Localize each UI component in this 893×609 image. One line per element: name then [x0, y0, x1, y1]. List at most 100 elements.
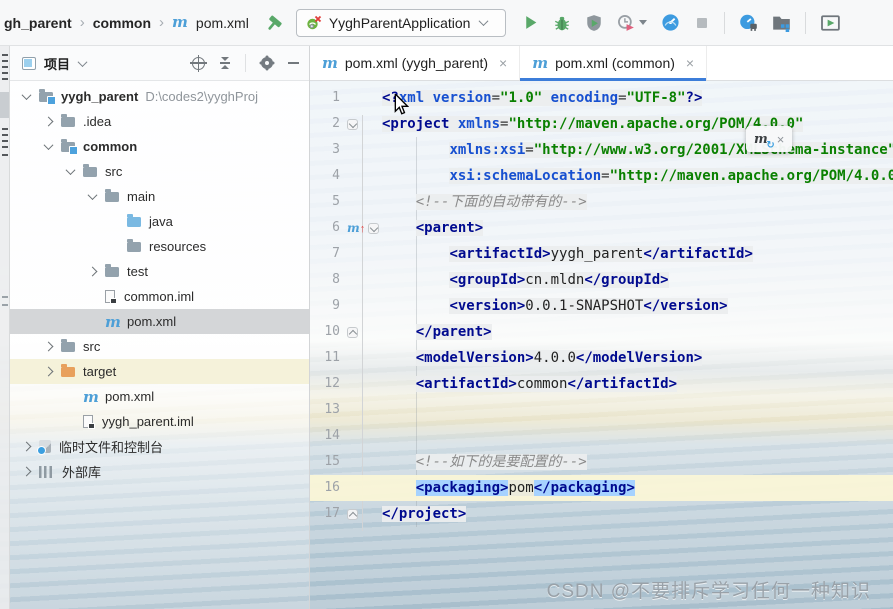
- breadcrumb-module[interactable]: gh_parent: [4, 15, 72, 31]
- code-text[interactable]: <!--下面的自动带有的-->: [382, 189, 587, 215]
- code-text[interactable]: xmlns:xsi="http://www.w3.org/2001/XMLSch…: [382, 137, 893, 163]
- run-tool-window-button[interactable]: [820, 14, 842, 32]
- profiler-button[interactable]: [617, 14, 648, 32]
- code-text[interactable]: <project xmlns="http://maven.apache.org/…: [382, 111, 804, 137]
- code-chip: <project xmlns="http://maven.apache.org/…: [382, 116, 804, 132]
- close-icon[interactable]: ×: [686, 55, 694, 71]
- code-line-11[interactable]: 11 <modelVersion>4.0.0</modelVersion>: [310, 345, 893, 371]
- tab-pom-common[interactable]: m pom.xml (common) ×: [520, 46, 708, 81]
- tree-item-path: D:\codes2\yyghProj: [145, 89, 259, 104]
- tree-item-3[interactable]: src: [10, 159, 309, 184]
- breadcrumb-submodule[interactable]: common: [93, 15, 151, 31]
- project-panel-title[interactable]: 项目: [44, 54, 70, 73]
- tree-item-0[interactable]: yygh_parent D:\codes2\yyghProj: [10, 84, 309, 109]
- fold-marker-icon[interactable]: [347, 326, 358, 338]
- token-tg: <groupId>: [449, 272, 526, 288]
- hide-panel-icon[interactable]: [288, 62, 299, 64]
- tree-item-8[interactable]: common.iml: [10, 284, 309, 309]
- code-text[interactable]: <groupId>cn.mldn</groupId>: [382, 267, 669, 293]
- build-hammer-icon[interactable]: [265, 13, 284, 32]
- fold-marker-icon[interactable]: [347, 118, 358, 130]
- debug-button[interactable]: [553, 14, 571, 32]
- services-gauge-button[interactable]: [661, 13, 680, 32]
- code-text[interactable]: <packaging>pom</packaging>: [382, 475, 635, 501]
- code-text[interactable]: <?xml version="1.0" encoding="UTF-8"?>: [382, 85, 703, 111]
- gauge-plug-button[interactable]: [739, 13, 758, 32]
- code-text[interactable]: xsi:schemaLocation="http://maven.apache.…: [382, 163, 893, 189]
- tree-item-10[interactable]: src: [10, 334, 309, 359]
- chevron-right-icon[interactable]: [43, 366, 54, 377]
- folder-icon: [105, 189, 119, 202]
- code-line-6[interactable]: 6m <parent>: [310, 215, 893, 241]
- collapse-all-icon[interactable]: [220, 57, 230, 69]
- tree-item-1[interactable]: .idea: [10, 109, 309, 134]
- tree-item-11[interactable]: target: [10, 359, 309, 384]
- token-at: version: [432, 90, 492, 106]
- token-tg: <parent>: [415, 220, 484, 236]
- code-line-13[interactable]: 13: [310, 397, 893, 423]
- chevron-down-icon[interactable]: [21, 90, 32, 101]
- fold-marker-icon[interactable]: [347, 508, 358, 520]
- code-text[interactable]: <artifactId>common</artifactId>: [382, 371, 678, 397]
- code-text[interactable]: <parent>: [382, 215, 484, 241]
- code-line-17[interactable]: 17 </project>: [310, 501, 893, 527]
- close-icon[interactable]: ×: [499, 55, 507, 71]
- chevron-right-icon[interactable]: [43, 341, 54, 352]
- tree-item-4[interactable]: main: [10, 184, 309, 209]
- run-with-coverage-button[interactable]: [585, 14, 603, 32]
- tree-item-12[interactable]: m pom.xml: [10, 384, 309, 409]
- code-text[interactable]: </project>: [382, 501, 467, 527]
- tree-item-5[interactable]: java: [10, 209, 309, 234]
- tree-item-15[interactable]: 外部库: [10, 459, 309, 484]
- project-structure-button[interactable]: [772, 13, 791, 32]
- tree-item-9[interactable]: m pom.xml: [10, 309, 309, 334]
- gear-icon[interactable]: [261, 57, 273, 69]
- gutter: 17: [310, 501, 382, 527]
- chevron-right-icon[interactable]: [21, 441, 32, 452]
- chevron-right-icon[interactable]: [43, 116, 54, 127]
- tool-window-stripe[interactable]: [0, 46, 10, 609]
- code-line-9[interactable]: 9 <version>0.0.1-SNAPSHOT</version>: [310, 293, 893, 319]
- tree-item-6[interactable]: resources: [10, 234, 309, 259]
- editor[interactable]: 1 <?xml version="1.0" encoding="UTF-8"?> 2…: [310, 81, 893, 609]
- chevron-down-icon[interactable]: [65, 165, 76, 176]
- code-line-14[interactable]: 14: [310, 423, 893, 449]
- code-line-8[interactable]: 8 <groupId>cn.mldn</groupId>: [310, 267, 893, 293]
- token-at: xmlns:xsi: [449, 142, 526, 158]
- code-line-4[interactable]: 4 xsi:schemaLocation="http://maven.apach…: [310, 163, 893, 189]
- code-line-12[interactable]: 12 <artifactId>common</artifactId>: [310, 371, 893, 397]
- chevron-down-icon[interactable]: [87, 190, 98, 201]
- code-line-7[interactable]: 7 <artifactId>yygh_parent</artifactId>: [310, 241, 893, 267]
- project-stripe-button[interactable]: [0, 92, 9, 118]
- toolbar-actions: [522, 11, 842, 34]
- chevron-right-icon[interactable]: [21, 466, 32, 477]
- tree-item-13[interactable]: yygh_parent.iml: [10, 409, 309, 434]
- chevron-right-icon[interactable]: [87, 266, 98, 277]
- code-text[interactable]: <!--如下的是要配置的-->: [382, 449, 587, 475]
- breadcrumb-file[interactable]: pom.xml: [196, 15, 249, 31]
- project-tool-window: 项目 yygh_parent D:\codes2\yyghProj .idea com…: [10, 46, 310, 609]
- code-chip: <artifactId>yygh_parent</artifactId>: [449, 246, 753, 262]
- code-text[interactable]: <version>0.0.1-SNAPSHOT</version>: [382, 293, 728, 319]
- code-line-10[interactable]: 10 </parent>: [310, 319, 893, 345]
- tree-item-7[interactable]: test: [10, 259, 309, 284]
- tree-item-14[interactable]: 临时文件和控制台: [10, 434, 309, 459]
- run-button[interactable]: [522, 14, 539, 31]
- chevron-down-icon[interactable]: [43, 140, 54, 151]
- code-line-16[interactable]: 16 <packaging>pom</packaging>: [310, 475, 893, 501]
- code-line-15[interactable]: 15 <!--如下的是要配置的-->: [310, 449, 893, 475]
- tab-pom-yygh-parent[interactable]: m pom.xml (yygh_parent) ×: [310, 46, 521, 80]
- chevron-down-icon[interactable]: [77, 56, 88, 67]
- tree-item-2[interactable]: common: [10, 134, 309, 159]
- code-text[interactable]: <artifactId>yygh_parent</artifactId>: [382, 241, 753, 267]
- code-line-5[interactable]: 5 <!--下面的自动带有的-->: [310, 189, 893, 215]
- maven-reload-icon[interactable]: m ↻: [754, 132, 775, 151]
- code-text[interactable]: <modelVersion>4.0.0</modelVersion>: [382, 345, 703, 371]
- code-text[interactable]: </parent>: [382, 319, 492, 345]
- fold-marker-icon[interactable]: [368, 222, 380, 234]
- run-configuration-select[interactable]: YyghParentApplication: [295, 8, 507, 37]
- maven-parent-icon[interactable]: m: [347, 221, 365, 235]
- close-icon[interactable]: ×: [777, 132, 785, 147]
- code-line-3[interactable]: 3 xmlns:xsi="http://www.w3.org/2001/XMLS…: [310, 137, 893, 163]
- locate-file-icon[interactable]: [190, 54, 207, 72]
